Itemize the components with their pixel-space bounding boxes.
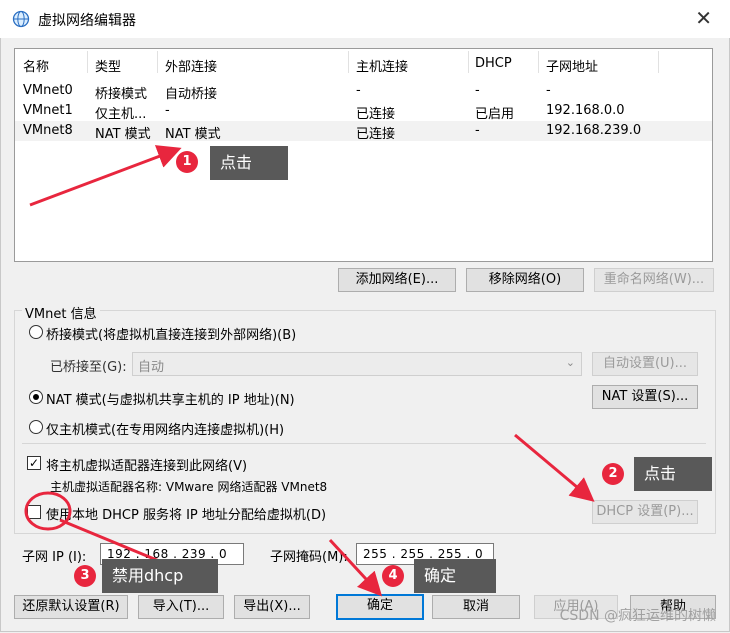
annotation-callout-3: 禁用dhcp [102,559,218,593]
annotation-arrow-2 [514,433,595,502]
annotation-badge-2: 2 [602,463,624,485]
watermark: CSDN @疯狂运维的树懒 [559,608,716,624]
annotation-callout-2: 点击 [634,457,712,491]
annotation-circle-3 [24,491,72,531]
annotation-badge-3: 3 [74,565,96,587]
annotation-arrow-4 [328,538,383,597]
annotation-callout-4: 确定 [414,559,496,593]
annotation-callout-1: 点击 [210,146,288,180]
annotation-badge-1: 1 [176,151,198,173]
annotation-badge-4: 4 [382,565,404,587]
annotation-arrows [24,145,595,597]
annotation-arrow-1 [29,145,182,207]
